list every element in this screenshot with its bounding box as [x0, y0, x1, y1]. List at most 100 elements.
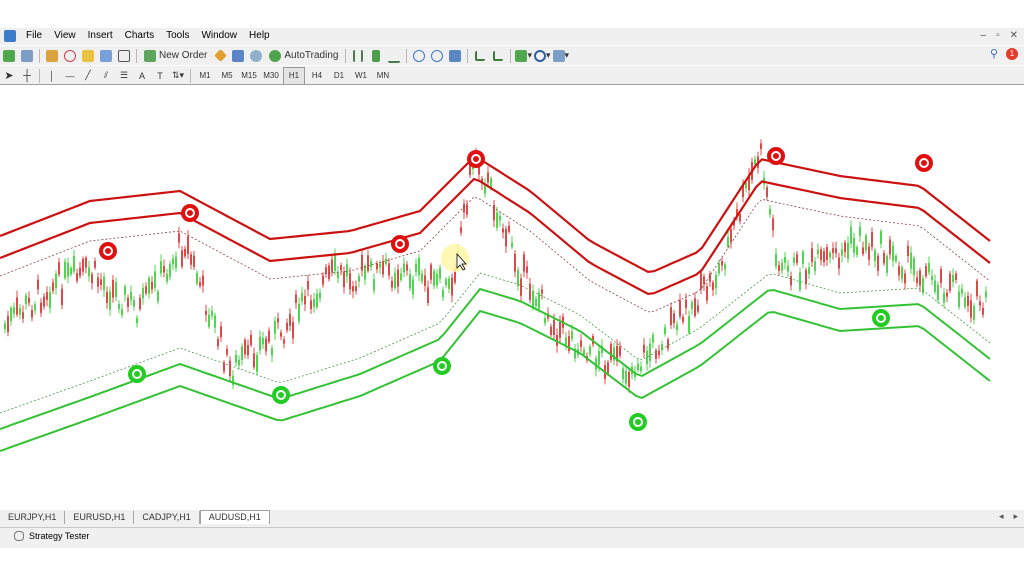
zoom-in-icon [413, 49, 426, 62]
search-icon[interactable]: ⚲ [990, 47, 998, 60]
standard-toolbar: New Order AutoTrading ▾ ▾ ▾ [0, 45, 1024, 65]
bar-chart-button[interactable] [350, 48, 366, 64]
market-button[interactable] [248, 48, 264, 64]
profiles-icon [21, 49, 33, 62]
candle-body [13, 307, 15, 314]
menu-insert[interactable]: Insert [82, 28, 119, 44]
candle-body [526, 266, 528, 273]
sell-signal-icon [467, 150, 485, 168]
period-m15[interactable]: M15 [239, 68, 259, 84]
menu-file[interactable]: File [20, 28, 48, 44]
new-chart-button[interactable] [1, 48, 17, 64]
period-d1[interactable]: D1 [329, 68, 349, 84]
horizontal-line-button[interactable]: — [62, 68, 78, 84]
candle-body [79, 267, 81, 276]
period-h1[interactable]: H1 [283, 66, 305, 85]
chevron-down-icon: ▾ [546, 50, 551, 60]
candle-body [676, 324, 678, 330]
candle-body [172, 258, 174, 265]
indicators-button[interactable]: ▾ [515, 48, 532, 64]
trendline-button[interactable]: ╱ [80, 68, 96, 84]
candle-body [865, 235, 867, 251]
terminal-button[interactable] [98, 48, 114, 64]
new-order-icon [144, 49, 156, 62]
profiles-button[interactable] [19, 48, 35, 64]
candle-body [514, 253, 516, 272]
price-chart[interactable] [0, 85, 1024, 511]
notification-badge[interactable]: 1 [1006, 47, 1018, 60]
chart-shift-button[interactable] [490, 48, 506, 64]
crosshair-button[interactable]: ┼ [19, 68, 35, 84]
candlestick-button[interactable] [368, 48, 384, 64]
candle-body [97, 277, 99, 287]
candle-body [286, 322, 288, 331]
menu-tools[interactable]: Tools [160, 28, 195, 44]
buy-signal-icon [272, 386, 290, 404]
candle-body [901, 267, 903, 280]
candle-body [4, 323, 6, 330]
candle-body [583, 349, 585, 355]
zoom-out-button[interactable] [429, 48, 445, 64]
text-label-button[interactable]: T [152, 68, 168, 84]
candle-body [313, 298, 315, 308]
new-order-button[interactable]: New Order [141, 48, 210, 64]
candle-body [154, 271, 156, 288]
period-mn[interactable]: MN [373, 68, 393, 84]
minimize-button[interactable]: – [981, 28, 987, 44]
chart-window[interactable] [0, 84, 1024, 512]
text-button[interactable]: A [134, 68, 150, 84]
cursor-button[interactable]: ➤ [1, 68, 17, 84]
navigator-button[interactable] [80, 48, 96, 64]
candle-body [811, 248, 813, 263]
candle-body [664, 327, 666, 334]
menu-window[interactable]: Window [195, 28, 243, 44]
restore-button[interactable]: ▫ [996, 28, 1000, 44]
candle-body [322, 275, 324, 285]
data-window-button[interactable] [62, 48, 78, 64]
signals-button[interactable] [230, 48, 246, 64]
vertical-line-button[interactable]: │ [44, 68, 60, 84]
candle-body [373, 279, 375, 291]
menu-charts[interactable]: Charts [119, 28, 160, 44]
zoom-in-button[interactable] [411, 48, 427, 64]
period-m5[interactable]: M5 [217, 68, 237, 84]
arrows-button[interactable]: ⇅▾ [170, 68, 186, 84]
tile-windows-button[interactable] [447, 48, 463, 64]
autotrading-button[interactable]: AutoTrading [266, 48, 341, 64]
tester-button[interactable] [116, 48, 132, 64]
period-m1[interactable]: M1 [195, 68, 215, 84]
candle-body [931, 275, 933, 280]
line-chart-button[interactable] [386, 48, 402, 64]
tab-eurusd[interactable]: EURUSD,H1 [65, 511, 135, 524]
buy-signal-icon [872, 309, 890, 327]
tab-eurjpy[interactable]: EURJPY,H1 [0, 511, 66, 524]
auto-scroll-button[interactable] [472, 48, 488, 64]
menu-help[interactable]: Help [243, 28, 276, 44]
strategy-tester-bar[interactable]: Strategy Tester [0, 527, 1024, 544]
top-right-icons: ⚲ 1 [990, 47, 1018, 60]
arrows-icon: ⇅▾ [171, 70, 185, 80]
tab-cadjpy[interactable]: CADJPY,H1 [134, 511, 200, 524]
tab-scroll-left-icon[interactable]: ◂ [999, 510, 1004, 523]
metaeditor-button[interactable] [212, 48, 228, 64]
candle-body [40, 302, 42, 313]
equidistant-channel-button[interactable]: ⫽ [98, 68, 114, 84]
tab-scroll-right-icon[interactable]: ▸ [1013, 510, 1018, 523]
candle-body [622, 368, 624, 380]
market-watch-button[interactable] [44, 48, 60, 64]
candle-body [46, 292, 48, 300]
templates-button[interactable]: ▾ [552, 48, 569, 64]
candle-body [544, 318, 546, 324]
period-w1[interactable]: W1 [351, 68, 371, 84]
period-m30[interactable]: M30 [261, 68, 281, 84]
candle-body [724, 264, 726, 270]
menu-view[interactable]: View [48, 28, 82, 44]
tab-audusd[interactable]: AUDUSD,H1 [199, 510, 270, 524]
candle-body [160, 261, 162, 274]
period-h4[interactable]: H4 [307, 68, 327, 84]
candle-body [823, 251, 825, 263]
periods-button[interactable]: ▾ [534, 48, 551, 64]
close-button[interactable]: ✕ [1010, 28, 1018, 44]
magnifier-icon [118, 49, 130, 62]
fibonacci-button[interactable]: ☰ [116, 68, 132, 84]
